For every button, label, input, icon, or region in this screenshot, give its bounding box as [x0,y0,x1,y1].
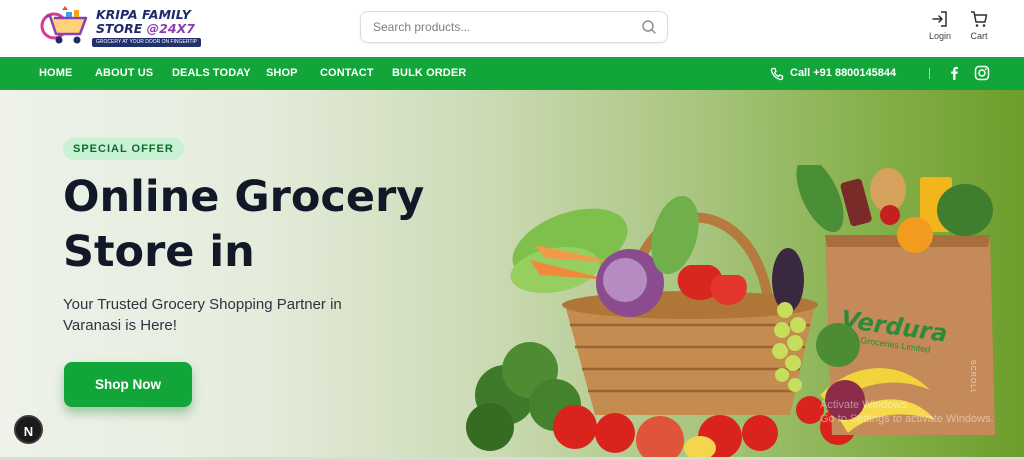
brand-tagline: GROCERY AT YOUR DOOR ON FINGERTIP [92,38,202,47]
search-icon[interactable] [641,19,657,35]
brand-name-store: STORE [96,21,147,36]
cart-label: Cart [970,31,988,41]
hero-title-line1: Online Grocery [63,172,425,222]
hero-banner: SPECIAL OFFER Online Grocery Store in Yo… [0,90,1024,460]
watermark-line2: Go to Settings to activate Windows. [820,413,994,425]
nav-contact[interactable]: CONTACT [320,57,374,90]
login-icon [932,11,947,27]
cart-button[interactable]: Cart [959,10,999,46]
cart-logo-icon [40,6,88,44]
hero-title: Online Grocery Store in [63,170,483,280]
store-logo[interactable]: KRIPA FAMILY STORE @24X7 GROCERY AT YOUR… [40,4,202,50]
brand-name-247: @24X7 [146,21,195,36]
brand-name-line1: KRIPA FAMILY [96,7,191,22]
cart-icon [971,11,988,27]
nav-deals-today[interactable]: DEALS TODAY [172,57,251,90]
hero-subtitle: Your Trusted Grocery Shopping Partner in… [63,296,342,334]
main-nav: HOME ABOUT US DEALS TODAY SHOP CONTACT B… [0,57,1024,90]
instagram-icon[interactable] [974,65,990,81]
login-label: Login [928,31,952,41]
facebook-icon[interactable] [946,65,962,81]
search-input[interactable] [373,12,633,42]
search-box[interactable] [360,11,668,43]
hero-title-line2: Store in [63,227,255,277]
top-header: KRIPA FAMILY STORE @24X7 GROCERY AT YOUR… [0,0,1024,57]
shop-now-button[interactable]: Shop Now [64,362,192,407]
phone-link[interactable]: Call +91 8800145844 [770,57,896,90]
watermark-line1: Activate Windows [820,399,907,411]
login-button[interactable]: Login [920,10,960,46]
special-offer-badge: SPECIAL OFFER [63,138,184,160]
nav-bulk-order[interactable]: BULK ORDER [392,57,466,90]
scroll-indicator: SCROLL [969,360,976,395]
nav-shop[interactable]: SHOP [266,57,298,90]
dev-tools-badge[interactable]: N [14,415,43,444]
nav-home[interactable]: HOME [39,57,72,90]
nav-divider [929,68,930,79]
phone-icon [770,67,784,81]
nav-about-us[interactable]: ABOUT US [95,57,153,90]
brand-name-line2: STORE @24X7 [96,22,195,36]
windows-activation-watermark: Activate Windows Go to Settings to activ… [820,398,994,426]
phone-number: Call +91 8800145844 [790,67,897,79]
